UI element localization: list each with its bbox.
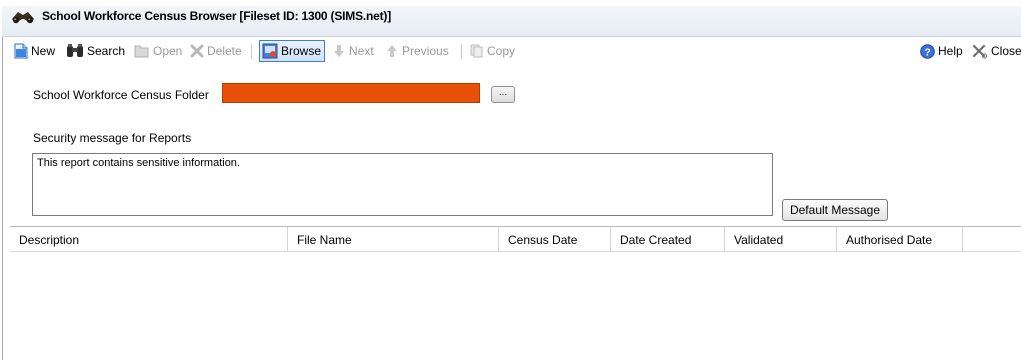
column-validated[interactable]: Validated (725, 227, 837, 251)
open-label: Open (153, 44, 183, 58)
new-button[interactable]: New (14, 41, 55, 61)
toolbar-separator (251, 44, 252, 59)
census-browser-window: School Workforce Census Browser [Fileset… (0, 0, 1021, 360)
arrow-up-icon (387, 45, 397, 57)
help-label: Help (938, 44, 963, 58)
column-date-created[interactable]: Date Created (611, 227, 725, 251)
previous-button[interactable]: Previous (385, 41, 449, 61)
toolbar: New Search Open Delete Browse Next Previ… (10, 38, 1021, 64)
close-scissors-icon (972, 44, 987, 58)
security-message-field[interactable]: This report contains sensitive informati… (32, 153, 773, 216)
binoculars-icon (12, 12, 34, 24)
help-icon: ? (920, 43, 935, 59)
security-message-label: Security message for Reports (33, 131, 192, 145)
arrow-down-icon (334, 45, 344, 57)
census-folder-field[interactable] (222, 83, 480, 103)
help-button[interactable]: ? Help (920, 41, 963, 61)
delete-icon (190, 44, 204, 58)
copy-icon (470, 44, 483, 58)
column-authorised-date[interactable]: Authorised Date (837, 227, 963, 251)
next-label: Next (349, 44, 374, 58)
browse-label: Browse (281, 44, 322, 58)
search-label: Search (87, 44, 126, 58)
new-document-icon (14, 43, 28, 59)
close-label: Close (991, 44, 1021, 58)
column-file-name[interactable]: File Name (288, 227, 499, 251)
column-description[interactable]: Description (10, 227, 288, 251)
open-button[interactable]: Open (134, 41, 182, 61)
browse-icon (262, 43, 278, 59)
browse-folder-button[interactable]: ... (491, 86, 515, 103)
census-files-grid: Description File Name Census Date Date C… (10, 226, 1021, 360)
next-button[interactable]: Next (332, 41, 374, 61)
binoculars-search-icon (67, 44, 83, 57)
delete-button[interactable]: Delete (190, 41, 242, 61)
grid-header: Description File Name Census Date Date C… (10, 227, 1021, 252)
svg-text:?: ? (924, 47, 930, 58)
copy-label: Copy (487, 44, 516, 58)
close-button[interactable]: Close (972, 41, 1021, 61)
column-census-date[interactable]: Census Date (499, 227, 611, 251)
toolbar-separator (461, 44, 462, 59)
previous-label: Previous (402, 44, 449, 58)
search-button[interactable]: Search (66, 41, 125, 61)
copy-button[interactable]: Copy (470, 41, 515, 61)
browse-button[interactable]: Browse (259, 40, 326, 62)
open-folder-icon (134, 45, 149, 58)
delete-label: Delete (207, 44, 242, 58)
window-title: School Workforce Census Browser [Fileset… (42, 9, 391, 23)
new-label: New (31, 44, 56, 58)
folder-label: School Workforce Census Folder (33, 88, 209, 102)
default-message-button[interactable]: Default Message (782, 199, 888, 221)
